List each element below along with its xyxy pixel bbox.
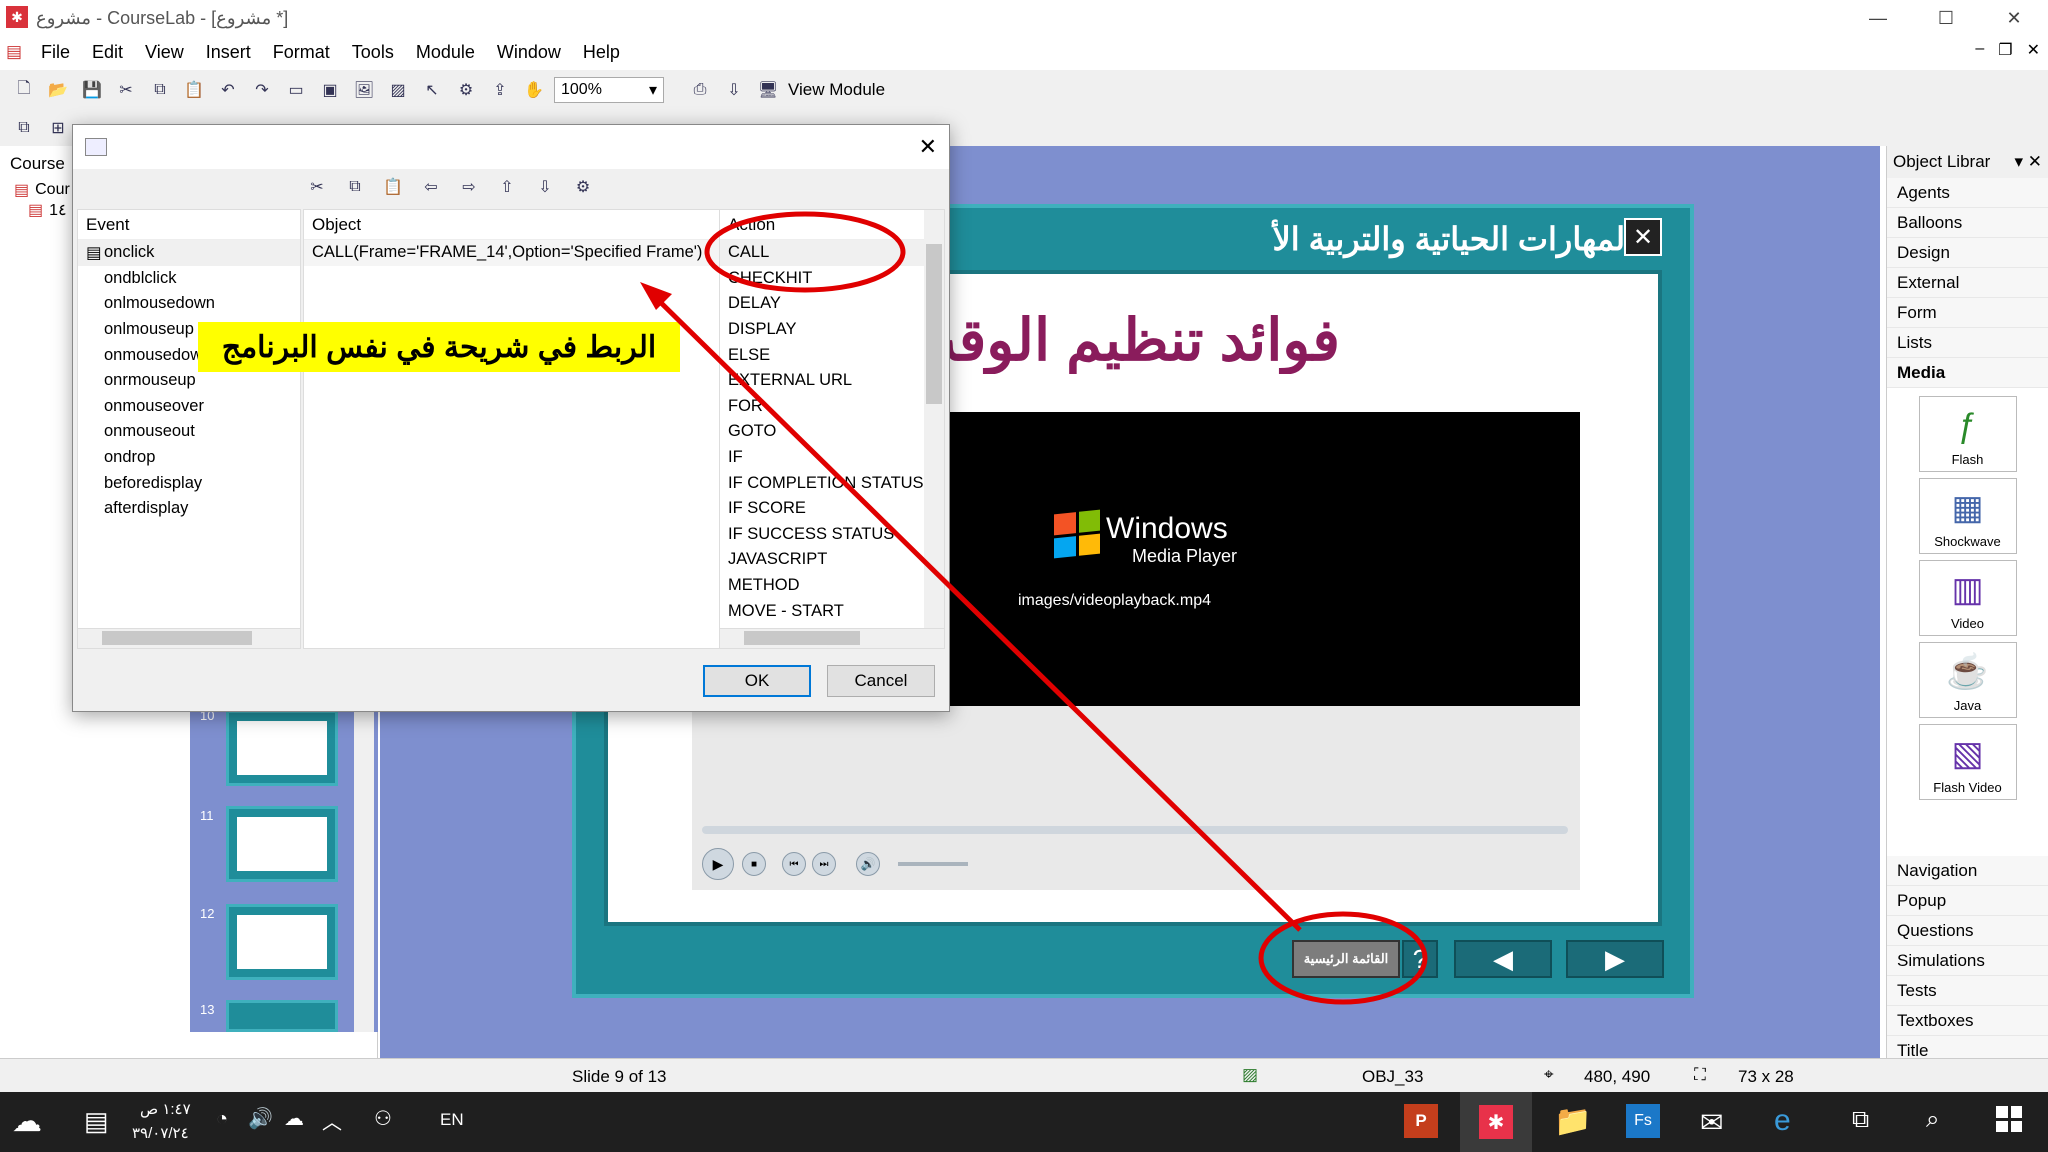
edge-icon[interactable]: e bbox=[1774, 1104, 1791, 1138]
search-icon[interactable]: ⌕ bbox=[1926, 1106, 1939, 1134]
image-icon: ▨ bbox=[1242, 1065, 1259, 1084]
language-indicator[interactable]: EN bbox=[440, 1110, 464, 1130]
size-status: 73 x 28 bbox=[1738, 1067, 1794, 1086]
task-view-icon[interactable]: ⧉ bbox=[1852, 1106, 1869, 1134]
taskbar: ☁ ▤ ١:٤٧ ص ٣٩/٠٧/٢٤ ◔ 🔊 ☁ ︿ ⚇ EN P ✱ 📁 F… bbox=[0, 1092, 2048, 1152]
mail-icon[interactable]: ✉ bbox=[1700, 1106, 1723, 1139]
annotation-overlay bbox=[640, 211, 1428, 1005]
notification-icon[interactable]: ▤ bbox=[84, 1106, 109, 1137]
network-icon[interactable]: ☁ bbox=[284, 1106, 304, 1131]
annotation-arrow-line bbox=[648, 290, 1302, 932]
slide-status: Slide 9 of 13 bbox=[572, 1067, 667, 1086]
file-explorer-icon[interactable]: 📁 bbox=[1554, 1104, 1591, 1139]
taskbar-date: ٣٩/٠٧/٢٤ bbox=[132, 1125, 189, 1142]
people-icon[interactable]: ⚇ bbox=[374, 1106, 392, 1131]
position-icon: ⌖ bbox=[1544, 1065, 1554, 1084]
action-call-highlight bbox=[704, 211, 906, 293]
courselab-taskbar-icon[interactable]: ✱ bbox=[1460, 1092, 1532, 1152]
powerpoint-icon[interactable]: P bbox=[1404, 1104, 1438, 1138]
button-highlight bbox=[1258, 911, 1428, 1005]
fs-app-icon[interactable]: Fs bbox=[1626, 1104, 1660, 1138]
speaker-icon[interactable]: 🔊 bbox=[248, 1106, 273, 1131]
cloud-icon[interactable]: ☁ bbox=[12, 1104, 42, 1139]
wifi-icon[interactable]: ◔ bbox=[216, 1108, 228, 1131]
taskbar-time: ١:٤٧ ص bbox=[140, 1101, 191, 1118]
position-status: 480, 490 bbox=[1584, 1067, 1651, 1086]
chevron-up-icon[interactable]: ︿ bbox=[322, 1106, 342, 1135]
status-bar: Slide 9 of 13 ▨ OBJ_33 ⌖ 480, 490 ⛶ 73 x… bbox=[0, 1058, 2048, 1092]
object-status: OBJ_33 bbox=[1362, 1067, 1424, 1086]
size-icon: ⛶ bbox=[1694, 1065, 1706, 1084]
windows-start-icon[interactable] bbox=[1996, 1106, 2022, 1132]
